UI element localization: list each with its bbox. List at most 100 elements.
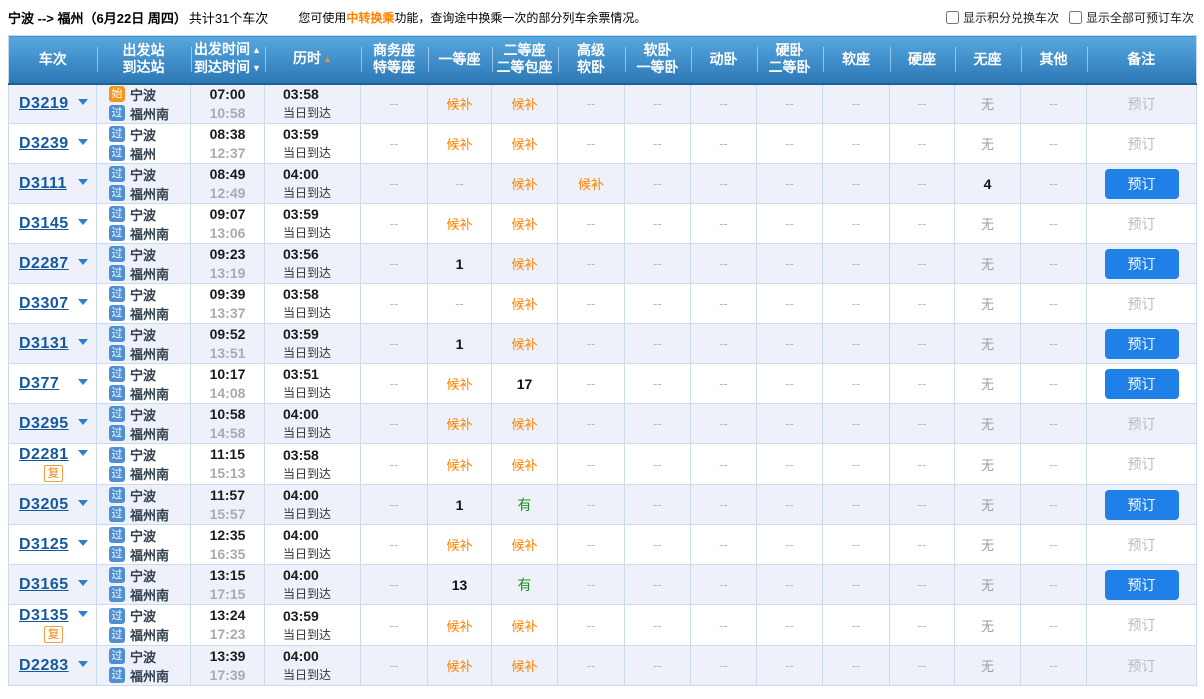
seat-second-seat[interactable]: 候补 — [492, 284, 558, 324]
seat-value[interactable]: 候补 — [511, 297, 537, 312]
seat-hard-seat: -- — [890, 525, 955, 565]
seat-value[interactable]: 候补 — [446, 659, 472, 674]
expand-caret-icon[interactable] — [78, 450, 88, 456]
seat-second-seat[interactable]: 候补 — [492, 404, 558, 444]
seat-value[interactable]: 候补 — [511, 417, 537, 432]
train-number-link[interactable]: D3111 — [19, 175, 67, 193]
seat-value[interactable]: 候补 — [578, 177, 604, 192]
train-number-link[interactable]: D3219 — [19, 95, 69, 113]
train-number-link[interactable]: D3307 — [19, 295, 69, 313]
transfer-link[interactable]: 中转换乘 — [346, 11, 394, 25]
seat-value: 无 — [981, 538, 994, 553]
expand-caret-icon[interactable] — [78, 540, 88, 546]
from-station-name: 宁波 — [130, 165, 156, 184]
book-button[interactable]: 预订 — [1105, 249, 1179, 279]
train-number-link[interactable]: D2283 — [19, 657, 69, 675]
seat-second-seat[interactable]: 候补 — [492, 244, 558, 284]
seat-second-seat[interactable]: 候补 — [492, 84, 558, 124]
seat-value[interactable]: 候补 — [446, 217, 472, 232]
seat-second-seat[interactable]: 候补 — [492, 525, 558, 565]
seat-value[interactable]: 候补 — [511, 337, 537, 352]
seat-value: -- — [918, 136, 927, 151]
seat-second-seat[interactable]: 候补 — [492, 204, 558, 244]
seat-value: -- — [918, 336, 927, 351]
train-number-link[interactable]: D2281 — [19, 446, 69, 464]
col-header-times[interactable]: 出发时间▲到达时间▼ — [191, 36, 265, 84]
checkbox-icon[interactable] — [1069, 11, 1082, 24]
book-button[interactable]: 预订 — [1105, 369, 1179, 399]
expand-caret-icon[interactable] — [78, 259, 88, 265]
seat-second-seat[interactable]: 候补 — [492, 646, 558, 686]
expand-caret-icon[interactable] — [78, 500, 88, 506]
seat-premium-soft-sleeper[interactable]: 候补 — [558, 164, 625, 204]
seat-second-seat[interactable]: 候补 — [492, 444, 558, 485]
seat-value[interactable]: 候补 — [511, 257, 537, 272]
expand-caret-icon[interactable] — [78, 580, 88, 586]
train-number-link[interactable]: D3239 — [19, 135, 69, 153]
seat-soft-sleeper: -- — [625, 404, 691, 444]
book-button[interactable]: 预订 — [1105, 329, 1179, 359]
seat-value[interactable]: 候补 — [511, 97, 537, 112]
seat-value[interactable]: 候补 — [446, 417, 472, 432]
seat-first-seat[interactable]: 候补 — [428, 646, 492, 686]
seat-value: -- — [587, 256, 596, 271]
col-header-duration[interactable]: 历时▲ — [265, 36, 361, 84]
expand-caret-icon[interactable] — [78, 139, 88, 145]
filter-checkbox-2[interactable]: 显示全部可预订车次 — [1069, 9, 1194, 26]
seat-value: -- — [390, 537, 399, 552]
expand-caret-icon[interactable] — [78, 339, 88, 345]
col-header-label: 软卧 — [577, 59, 605, 75]
seat-second-seat[interactable]: 候补 — [492, 324, 558, 364]
seat-value[interactable]: 候补 — [511, 137, 537, 152]
seat-value[interactable]: 候补 — [511, 177, 537, 192]
seat-first-seat[interactable]: 候补 — [428, 525, 492, 565]
checkbox-icon[interactable] — [946, 11, 959, 24]
book-button[interactable]: 预订 — [1105, 570, 1179, 600]
expand-caret-icon[interactable] — [78, 611, 88, 617]
seat-value[interactable]: 候补 — [511, 619, 537, 634]
seat-value: -- — [587, 618, 596, 633]
seat-soft-seat: -- — [823, 444, 890, 485]
seat-first-seat[interactable]: 候补 — [428, 605, 492, 646]
expand-caret-icon[interactable] — [78, 99, 88, 105]
seat-first-seat[interactable]: 候补 — [428, 84, 492, 124]
seat-second-seat[interactable]: 候补 — [492, 124, 558, 164]
book-button[interactable]: 预订 — [1105, 169, 1179, 199]
seat-value[interactable]: 候补 — [446, 619, 472, 634]
seat-value: -- — [852, 296, 861, 311]
train-number-link[interactable]: D3295 — [19, 415, 69, 433]
expand-caret-icon[interactable] — [78, 219, 88, 225]
expand-caret-icon[interactable] — [78, 179, 88, 185]
seat-value[interactable]: 候补 — [511, 538, 537, 553]
train-number-link[interactable]: D377 — [19, 375, 59, 393]
train-number-link[interactable]: D3145 — [19, 215, 69, 233]
seat-value[interactable]: 候补 — [446, 377, 472, 392]
expand-caret-icon[interactable] — [78, 419, 88, 425]
seat-value[interactable]: 候补 — [511, 659, 537, 674]
seat-value[interactable]: 候补 — [446, 458, 472, 473]
train-number-link[interactable]: D3165 — [19, 576, 69, 594]
seat-value[interactable]: 候补 — [511, 217, 537, 232]
train-number-link[interactable]: D3135 — [19, 607, 69, 625]
seat-first-seat[interactable]: 候补 — [428, 364, 492, 404]
seat-second-seat[interactable]: 候补 — [492, 605, 558, 646]
train-number-link[interactable]: D3125 — [19, 536, 69, 554]
train-number-link[interactable]: D3131 — [19, 335, 69, 353]
seat-value: -- — [587, 376, 596, 391]
seat-second-seat[interactable]: 候补 — [492, 164, 558, 204]
filter-checkbox-1[interactable]: 显示积分兑换车次 — [946, 9, 1059, 26]
seat-value[interactable]: 候补 — [511, 458, 537, 473]
seat-first-seat[interactable]: 候补 — [428, 124, 492, 164]
expand-caret-icon[interactable] — [78, 379, 88, 385]
seat-first-seat[interactable]: 候补 — [428, 444, 492, 485]
seat-first-seat[interactable]: 候补 — [428, 404, 492, 444]
seat-value[interactable]: 候补 — [446, 538, 472, 553]
train-number-link[interactable]: D3205 — [19, 496, 69, 514]
seat-value[interactable]: 候补 — [446, 97, 472, 112]
book-button[interactable]: 预订 — [1105, 490, 1179, 520]
seat-first-seat[interactable]: 候补 — [428, 204, 492, 244]
expand-caret-icon[interactable] — [78, 661, 88, 667]
expand-caret-icon[interactable] — [78, 299, 88, 305]
seat-value[interactable]: 候补 — [446, 137, 472, 152]
train-number-link[interactable]: D2287 — [19, 255, 69, 273]
